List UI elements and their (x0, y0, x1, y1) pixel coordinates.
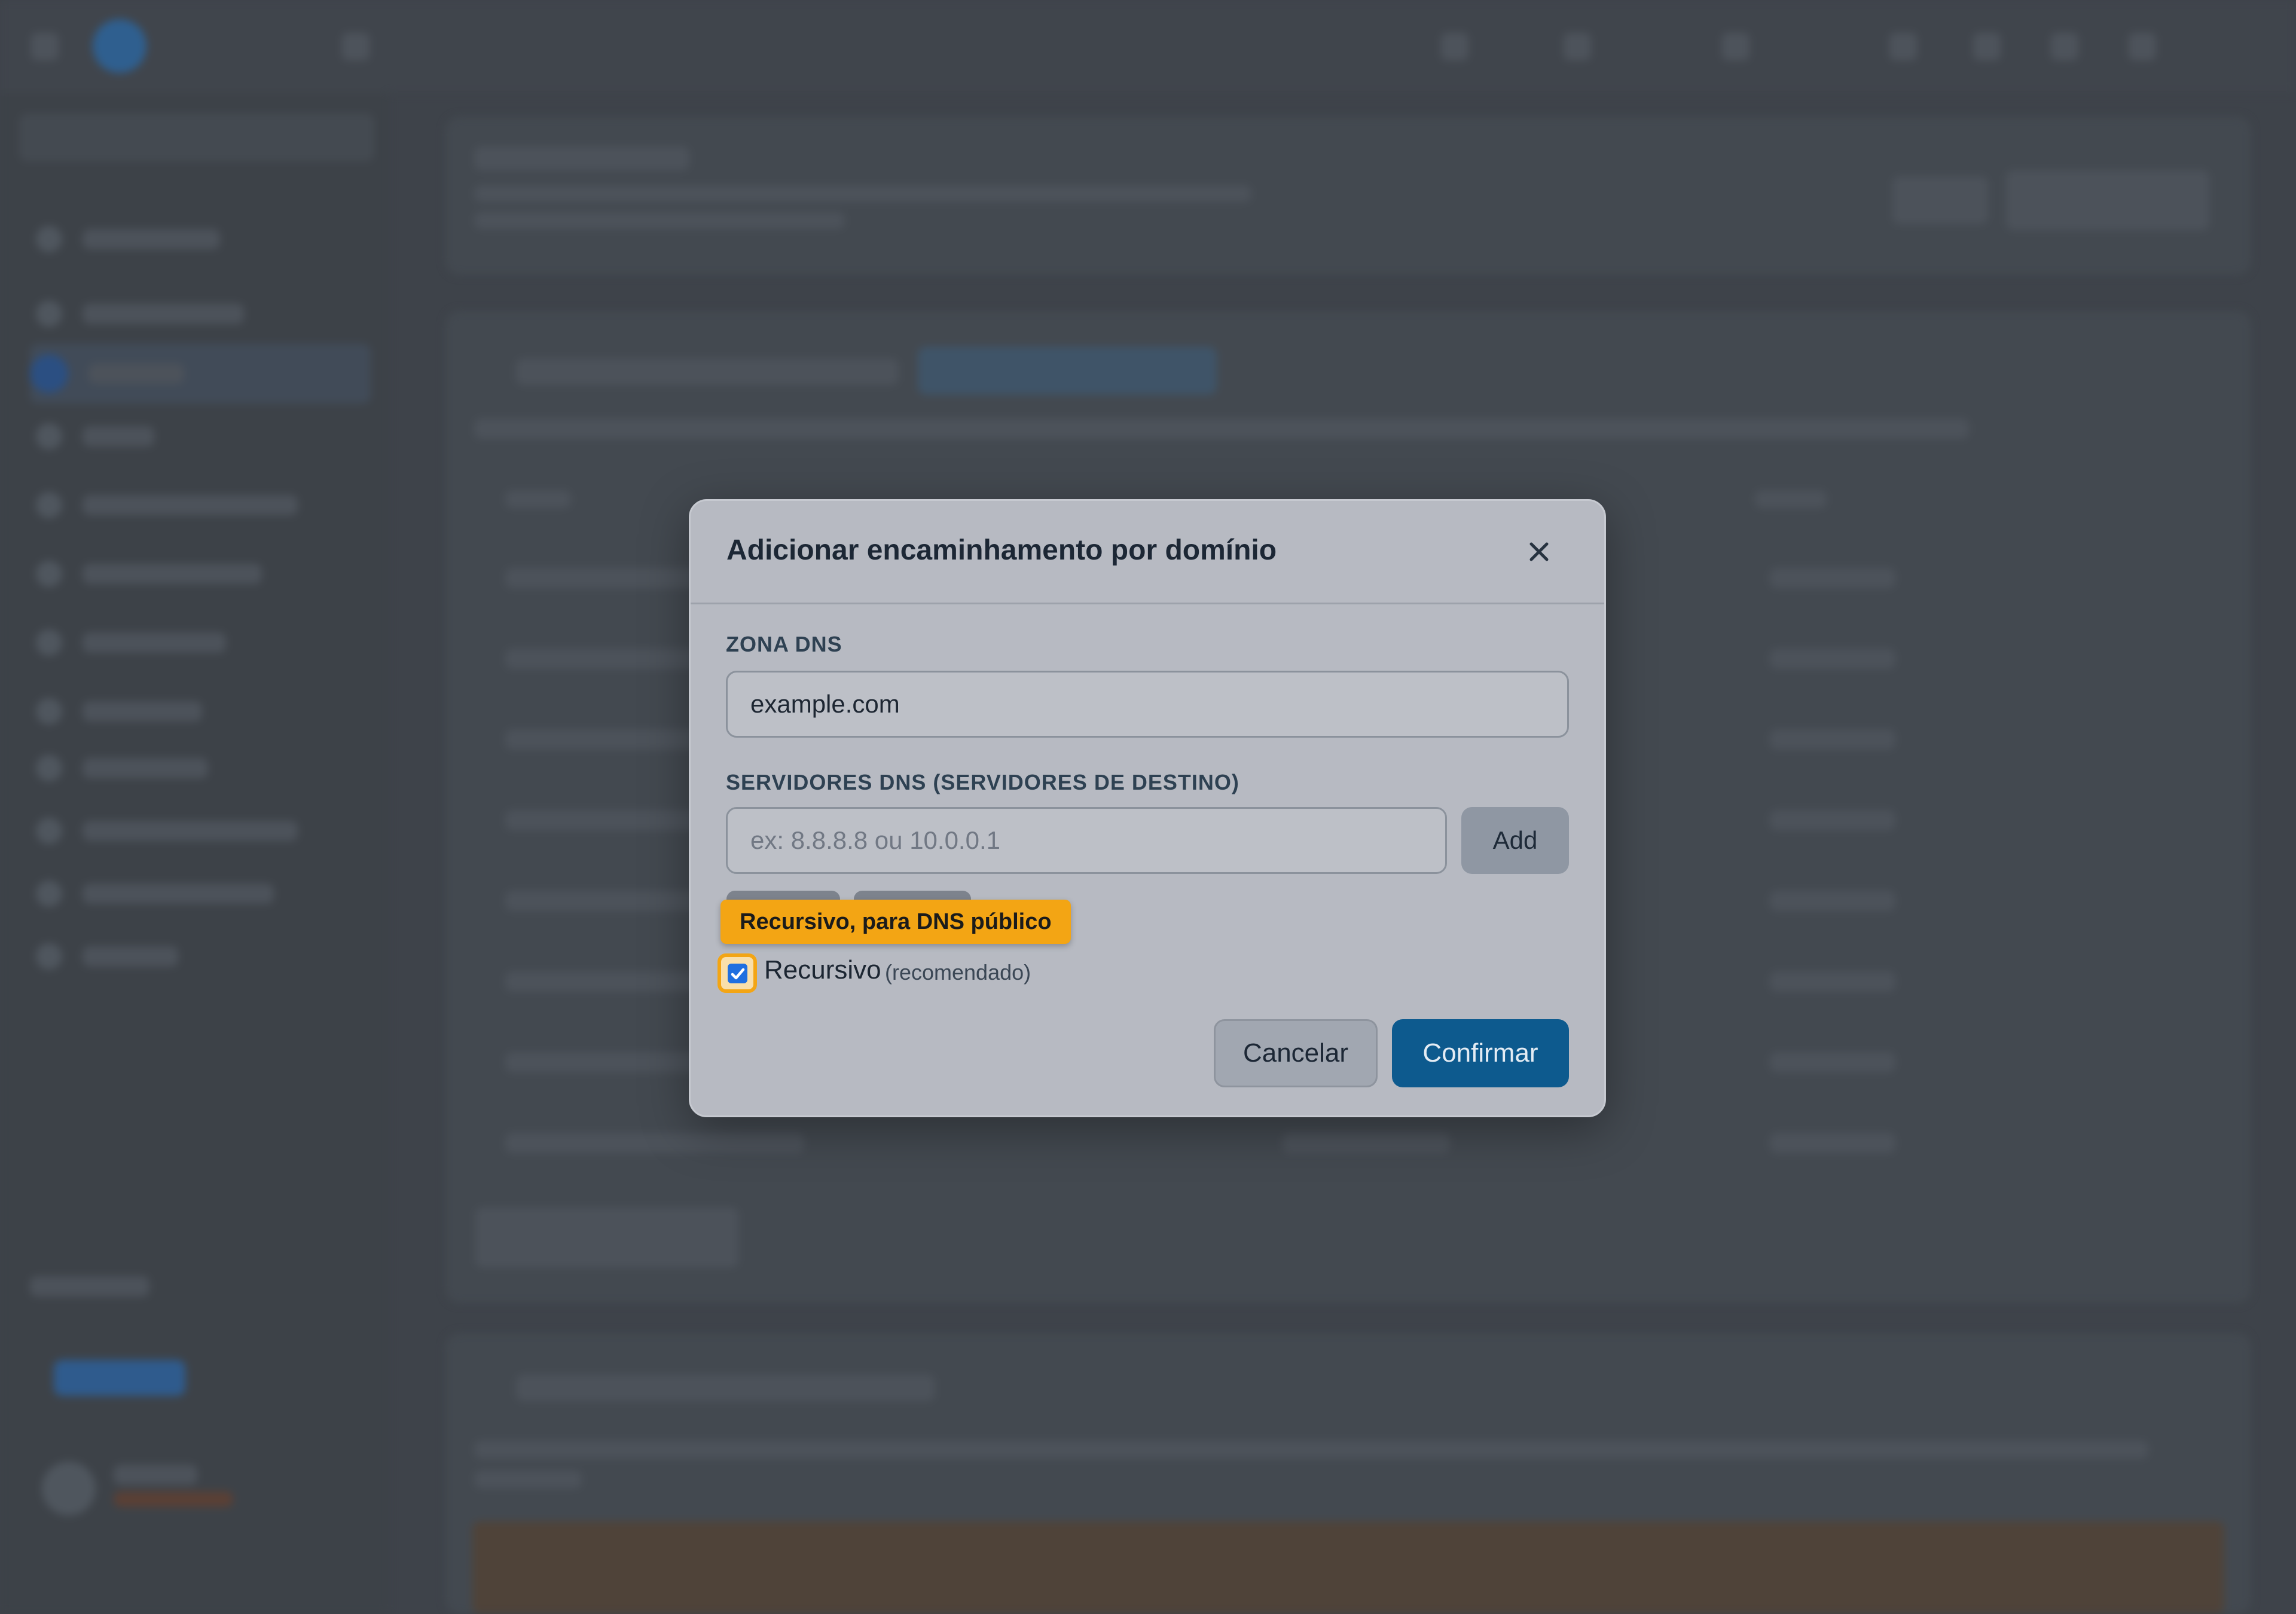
recursive-label[interactable]: Recursivo (764, 955, 881, 985)
sidebar-item (36, 556, 262, 592)
user-icon (2129, 33, 2156, 60)
confirm-button[interactable]: Confirmar (1392, 1019, 1569, 1087)
top-bar (0, 0, 2296, 93)
check-icon (731, 968, 744, 979)
dialog-title: Adicionar encaminhamento por domínio (726, 534, 1277, 566)
nav-icon (1441, 33, 1468, 60)
menu-icon (31, 33, 59, 60)
sidebar-item (36, 693, 202, 729)
dialog-header: Adicionar encaminhamento por domínio (691, 501, 1604, 604)
notification-icon (1973, 33, 2001, 60)
sidebar-section (36, 296, 244, 332)
sidebar-section (36, 750, 208, 786)
settings-card (445, 117, 2251, 275)
language-icon (2051, 33, 2078, 60)
recursive-hint: (recomendado) (885, 960, 1031, 985)
nav-icon (1722, 33, 1750, 60)
sidebar-search (19, 114, 374, 161)
logo (93, 19, 146, 73)
sidebar-item (36, 487, 298, 523)
recursive-tooltip: Recursivo, para DNS público (720, 900, 1071, 944)
sidebar-item (36, 221, 220, 257)
sidebar-section (36, 939, 178, 974)
sidebar-item (36, 625, 226, 661)
nav-icon (1564, 33, 1591, 60)
zone-input[interactable] (726, 671, 1569, 738)
recursive-checkbox[interactable] (728, 964, 747, 983)
servers-input[interactable] (726, 807, 1447, 874)
close-icon (1529, 542, 1549, 561)
settings-icon (1889, 33, 1917, 60)
zone-label: ZONA DNS (726, 632, 842, 656)
sidebar-section (36, 876, 274, 912)
sidebar-section (36, 813, 298, 849)
sidebar-item-active (30, 344, 371, 404)
server-icon (342, 33, 370, 60)
cancel-button[interactable]: Cancelar (1214, 1019, 1378, 1087)
sidebar-item (36, 418, 154, 454)
servers-label: SERVIDORES DNS (SERVIDORES DE DESTINO) (726, 770, 1239, 794)
sidebar (0, 93, 389, 1614)
close-button[interactable] (1523, 536, 1555, 568)
warning-box (472, 1521, 2224, 1614)
add-server-button[interactable]: Add (1461, 807, 1569, 874)
